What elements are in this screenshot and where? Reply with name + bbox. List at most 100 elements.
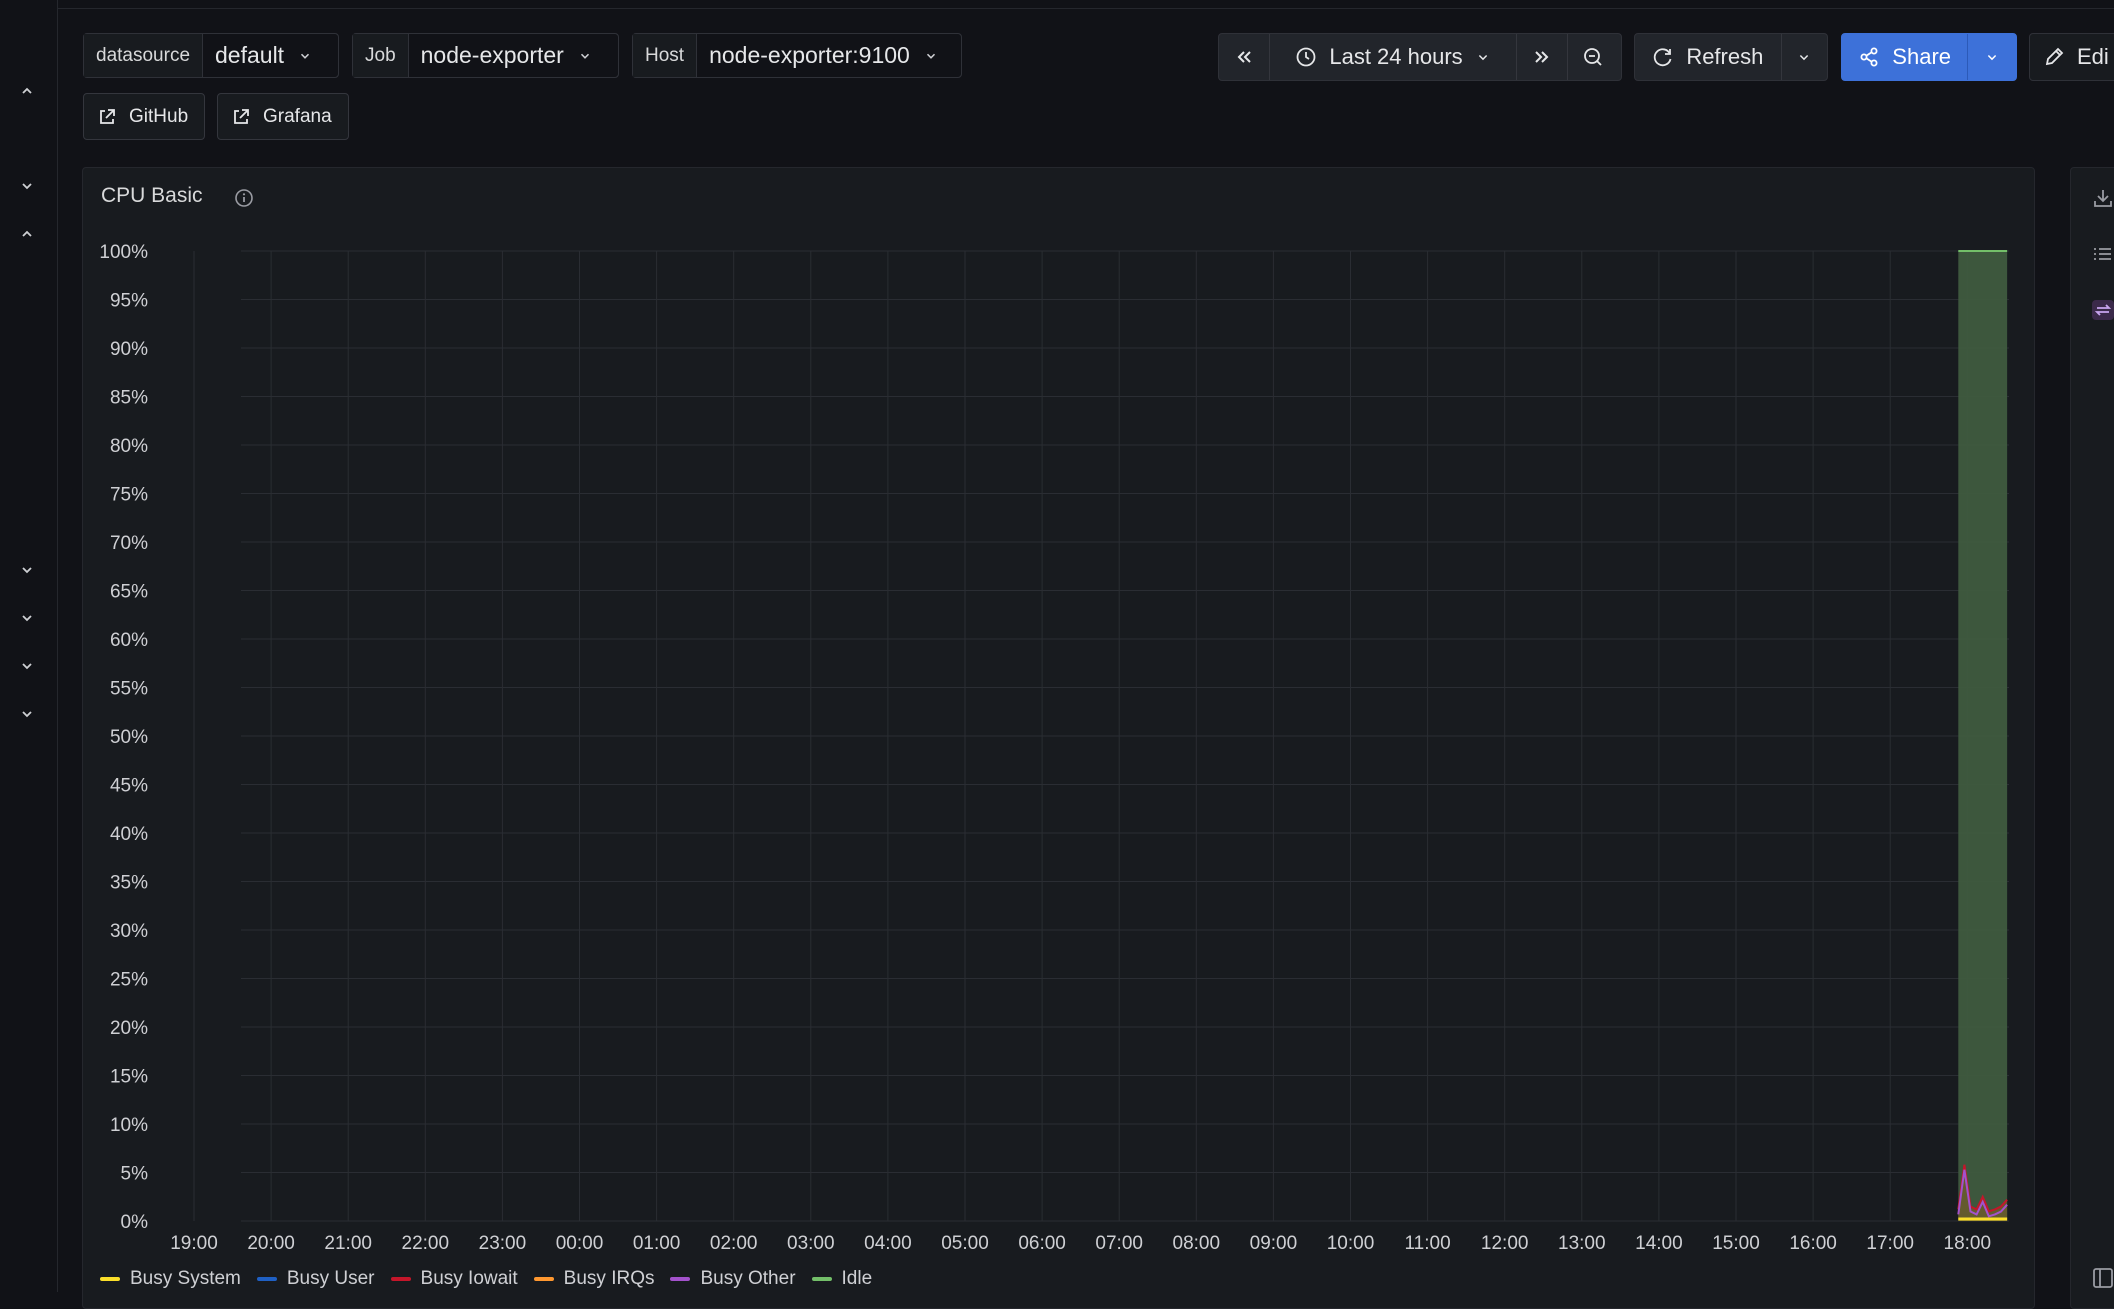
- y-tick-label: 75%: [110, 485, 148, 506]
- time-shift-back-button[interactable]: [1219, 34, 1270, 80]
- time-picker[interactable]: Last 24 hours: [1218, 33, 1622, 81]
- variable-value: node-exporter:9100: [709, 42, 910, 68]
- edit-button[interactable]: Edi: [2029, 33, 2114, 81]
- refresh-button[interactable]: Refresh: [1635, 34, 1782, 80]
- swap-icon[interactable]: [2091, 298, 2114, 322]
- host-select[interactable]: node-exporter:9100: [697, 34, 961, 77]
- y-tick-label: 80%: [110, 436, 148, 457]
- github-link[interactable]: GitHub: [83, 93, 205, 140]
- legend-item[interactable]: Busy User: [256, 1268, 375, 1290]
- y-tick-label: 50%: [110, 727, 148, 748]
- double-chevron-left-icon: [1237, 51, 1251, 63]
- datasource-variable[interactable]: datasource default: [83, 33, 339, 78]
- legend-item[interactable]: Busy IRQs: [533, 1268, 655, 1290]
- share-label: Share: [1892, 44, 1952, 69]
- variable-label: datasource: [84, 34, 204, 77]
- chevron-down-icon: [1800, 55, 1809, 61]
- share-button-group[interactable]: Share: [1841, 33, 2017, 81]
- double-chevron-right-icon: [1535, 51, 1549, 63]
- left-navigation: [0, 0, 58, 1292]
- y-tick-label: 65%: [110, 582, 148, 603]
- legend-label: Idle: [841, 1268, 873, 1289]
- idle-area: [1958, 251, 2008, 1221]
- legend-item[interactable]: Idle: [811, 1268, 873, 1290]
- y-tick-label: 70%: [110, 533, 148, 554]
- grafana-link[interactable]: Grafana: [217, 93, 349, 140]
- x-tick-label: 01:00: [633, 1233, 681, 1254]
- download-icon[interactable]: [2091, 186, 2114, 210]
- refresh-interval-button[interactable]: [1782, 34, 1827, 80]
- x-tick-label: 05:00: [941, 1233, 989, 1254]
- list-icon[interactable]: [2091, 242, 2114, 266]
- panel-icon[interactable]: [2091, 1266, 2114, 1290]
- chevron-down-icon[interactable]: [17, 178, 37, 198]
- chevron-down-icon: [926, 53, 935, 59]
- job-select[interactable]: node-exporter: [408, 34, 618, 77]
- x-tick-label: 19:00: [170, 1233, 218, 1254]
- zoom-out-button[interactable]: [1568, 34, 1618, 80]
- edit-label: Edi: [2077, 44, 2109, 69]
- x-tick-label: 00:00: [556, 1233, 604, 1254]
- legend-label: Busy User: [286, 1268, 375, 1289]
- y-tick-label: 85%: [110, 388, 148, 409]
- refresh-icon: [1654, 48, 1672, 67]
- chevron-down-icon[interactable]: [17, 610, 37, 630]
- link-label: GitHub: [129, 105, 189, 127]
- y-tick-label: 100%: [99, 242, 148, 263]
- time-range-button[interactable]: Last 24 hours: [1270, 34, 1517, 80]
- x-tick-label: 13:00: [1558, 1233, 1606, 1254]
- x-tick-label: 02:00: [710, 1233, 758, 1254]
- chevron-down-icon[interactable]: [17, 658, 37, 678]
- x-tick-label: 23:00: [479, 1233, 527, 1254]
- time-range-label: Last 24 hours: [1329, 44, 1463, 69]
- legend-label: Busy Iowait: [420, 1268, 518, 1289]
- external-link-icon: [100, 108, 115, 124]
- variable-label: Job: [353, 34, 409, 77]
- x-tick-label: 08:00: [1173, 1233, 1221, 1254]
- edit-segment[interactable]: Edi: [2030, 34, 2114, 80]
- y-tick-label: 10%: [110, 1115, 148, 1136]
- clock-icon: [1296, 47, 1316, 67]
- x-tick-label: 10:00: [1327, 1233, 1375, 1254]
- legend-swatch: [390, 1277, 411, 1281]
- y-tick-label: 55%: [110, 679, 148, 700]
- link-label: Grafana: [263, 105, 332, 127]
- variable-value: node-exporter: [420, 42, 564, 68]
- host-variable[interactable]: Host node-exporter:9100: [632, 33, 962, 78]
- y-tick-label: 30%: [110, 921, 148, 942]
- zoom-out-icon: [1584, 48, 1602, 66]
- top-bar: [0, 0, 2114, 9]
- cpu-basic-panel[interactable]: CPU Basic 100% 95% 90% 85% 80% 75% 70% 65% 60% 55…: [82, 167, 2035, 1309]
- y-tick-label: 45%: [110, 776, 148, 797]
- chevron-up-icon[interactable]: [17, 226, 37, 246]
- legend-swatch: [533, 1277, 554, 1281]
- legend-label: Busy IRQs: [563, 1268, 655, 1289]
- time-shift-forward-button[interactable]: [1517, 34, 1568, 80]
- x-tick-label: 16:00: [1789, 1233, 1837, 1254]
- legend-item[interactable]: Busy Iowait: [390, 1268, 518, 1290]
- x-tick-label: 04:00: [864, 1233, 912, 1254]
- chevron-up-icon[interactable]: [17, 83, 37, 103]
- x-tick-label: 12:00: [1481, 1233, 1529, 1254]
- x-tick-label: 07:00: [1095, 1233, 1143, 1254]
- legend-item[interactable]: Busy System: [100, 1268, 241, 1290]
- chevron-down-icon[interactable]: [17, 562, 37, 582]
- share-button[interactable]: Share: [1842, 34, 1969, 80]
- datasource-select[interactable]: default: [203, 34, 338, 77]
- legend-item[interactable]: Busy Other: [670, 1268, 796, 1290]
- external-link-icon: [234, 108, 249, 124]
- x-tick-label: 03:00: [787, 1233, 835, 1254]
- x-tick-label: 21:00: [324, 1233, 372, 1254]
- job-variable[interactable]: Job node-exporter: [352, 33, 619, 78]
- cpu-chart[interactable]: 100% 95% 90% 85% 80% 75% 70% 65% 60% 55% 50% 45% 40%…: [83, 168, 2034, 1278]
- chevron-down-icon[interactable]: [17, 706, 37, 726]
- share-icon: [1860, 47, 1878, 67]
- x-tick-label: 11:00: [1405, 1233, 1451, 1254]
- refresh-picker[interactable]: Refresh: [1634, 33, 1828, 81]
- y-tick-label: 90%: [110, 339, 148, 360]
- x-tick-label: 06:00: [1018, 1233, 1066, 1254]
- y-tick-label: 35%: [110, 873, 148, 894]
- share-options-button[interactable]: [1968, 34, 2016, 80]
- y-tick-label: 20%: [110, 1018, 148, 1039]
- variable-value: default: [215, 42, 285, 68]
